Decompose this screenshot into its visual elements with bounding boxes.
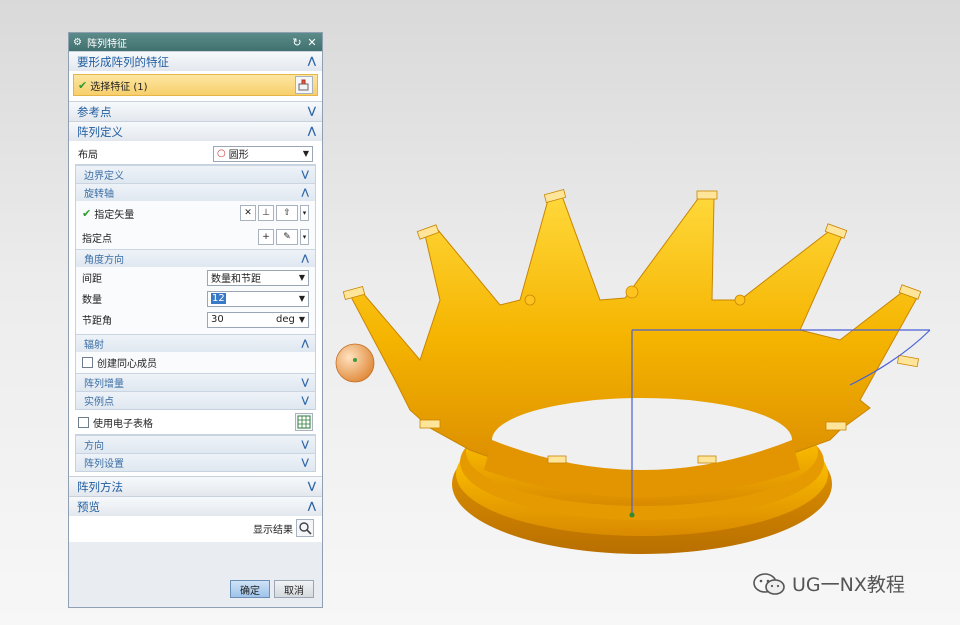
count-input[interactable]: 12 ▼	[207, 290, 309, 307]
cancel-button[interactable]: 取消	[274, 580, 314, 598]
dialog-title: 阵列特征	[86, 38, 127, 50]
section-definition-body: 布局 ○ 圆形 ▼ 边界定义 ⋁ 旋转轴 ⋀ ✔ 指定矢量 ✕ ⊥ ⇧ ▾ 指定…	[69, 141, 322, 476]
gear-icon: ⚙	[73, 36, 82, 48]
chevron-down-icon: ⋁	[307, 481, 316, 492]
pattern-feature-dialog: ⚙ 阵列特征 ↻ ✕ 要形成阵列的特征 ⋀ ✔ 选择特征 (1) 参考点 ⋁ 阵…	[68, 32, 323, 608]
dropdown-arrow-icon[interactable]: ▼	[299, 315, 305, 324]
section-reference-header[interactable]: 参考点 ⋁	[69, 101, 322, 121]
chevron-up-icon: ⋀	[301, 187, 309, 198]
dropdown-arrow-icon[interactable]: ▾	[300, 229, 309, 245]
spreadsheet-icon[interactable]	[295, 413, 313, 431]
chevron-down-icon: ⋁	[301, 395, 309, 406]
angle-direction-header[interactable]: 角度方向 ⋀	[76, 249, 315, 267]
chevron-up-icon: ⋀	[307, 56, 316, 67]
reverse-direction-icon[interactable]: ✕	[240, 205, 256, 221]
section-features-header[interactable]: 要形成阵列的特征 ⋀	[69, 51, 322, 71]
specify-point-label: 指定点	[82, 233, 112, 245]
section-preview-title: 预览	[77, 499, 100, 514]
check-icon: ✔	[82, 206, 92, 220]
dialog-titlebar: ⚙ 阵列特征 ↻ ✕	[69, 33, 322, 51]
select-feature-icon[interactable]	[295, 76, 313, 94]
chevron-up-icon: ⋀	[301, 253, 309, 264]
select-feature-row[interactable]: ✔ 选择特征 (1)	[73, 74, 318, 96]
pitch-angle-input[interactable]: 30 deg ▼	[207, 311, 309, 328]
spreadsheet-label: 使用电子表格	[93, 418, 153, 430]
chevron-down-icon: ⋁	[301, 457, 309, 468]
chevron-down-icon: ⋁	[301, 377, 309, 388]
watermark-text: UG一NX教程	[792, 574, 905, 596]
section-method-header[interactable]: 阵列方法 ⋁	[69, 476, 322, 496]
dropdown-arrow-icon[interactable]: ▾	[300, 205, 309, 221]
reference-point-sphere	[335, 343, 375, 383]
instance-point-header[interactable]: 实例点 ⋁	[76, 391, 315, 409]
spreadsheet-checkbox[interactable]	[78, 416, 89, 428]
dropdown-arrow-icon: ▼	[302, 149, 309, 158]
chevron-down-icon: ⋁	[307, 106, 316, 117]
increment-header[interactable]: 阵列增量 ⋁	[76, 373, 315, 391]
section-definition-title: 阵列定义	[77, 124, 123, 139]
count-label: 数量	[82, 295, 102, 306]
concentric-checkbox[interactable]	[82, 357, 93, 368]
dropdown-arrow-icon[interactable]: ▼	[299, 294, 305, 303]
check-icon: ✔	[78, 78, 88, 92]
wechat-logo-icon	[753, 572, 785, 595]
radial-header[interactable]: 辐射 ⋀	[76, 334, 315, 352]
layout-label: 布局	[78, 150, 98, 161]
pattern-settings-header[interactable]: 阵列设置 ⋁	[76, 453, 315, 471]
dialog-footer: 确定 取消	[69, 571, 322, 607]
chevron-up-icon: ⋀	[307, 501, 316, 512]
spacing-label: 间距	[82, 274, 102, 285]
section-definition-header[interactable]: 阵列定义 ⋀	[69, 121, 322, 141]
ok-button[interactable]: 确定	[230, 580, 270, 598]
specify-vector-label: 指定矢量	[94, 209, 135, 221]
show-result-label: 显示结果	[253, 524, 293, 536]
section-preview-header[interactable]: 预览 ⋀	[69, 496, 322, 516]
magnifier-icon[interactable]	[296, 519, 314, 537]
vector-type-icon[interactable]: ⇧	[276, 205, 298, 221]
chevron-up-icon: ⋀	[301, 338, 309, 349]
orientation-header[interactable]: 方向 ⋁	[76, 435, 315, 453]
section-reference-title: 参考点	[77, 104, 112, 119]
chevron-down-icon: ⋁	[301, 439, 309, 450]
reset-icon[interactable]: ↻	[291, 36, 303, 49]
vector-dialog-icon[interactable]: ⊥	[258, 205, 274, 221]
concentric-label: 创建同心成员	[97, 359, 157, 370]
unit-label: deg	[275, 314, 295, 325]
point-dialog-icon[interactable]: +	[258, 229, 274, 245]
spacing-dropdown[interactable]: 数量和节距 ▼	[207, 269, 309, 286]
section-features-title: 要形成阵列的特征	[77, 54, 169, 69]
boundary-header[interactable]: 边界定义 ⋁	[76, 165, 315, 183]
point-type-icon[interactable]: ✎	[276, 229, 298, 245]
chevron-down-icon: ⋁	[301, 169, 309, 180]
close-icon[interactable]: ✕	[306, 36, 318, 49]
watermark: UG一NX教程	[752, 570, 905, 597]
definition-subpanel: 边界定义 ⋁ 旋转轴 ⋀ ✔ 指定矢量 ✕ ⊥ ⇧ ▾ 指定点 + ✎ ▾ 角度…	[75, 164, 316, 410]
rotation-axis-header[interactable]: 旋转轴 ⋀	[76, 183, 315, 201]
pitch-angle-label: 节距角	[82, 316, 112, 327]
select-feature-label: 选择特征 (1)	[90, 81, 148, 93]
dropdown-arrow-icon: ▼	[298, 273, 305, 282]
section-method-title: 阵列方法	[77, 479, 123, 494]
chevron-up-icon: ⋀	[307, 126, 316, 137]
layout-dropdown[interactable]: ○ 圆形 ▼	[213, 145, 313, 162]
circle-layout-icon: ○	[217, 148, 226, 159]
